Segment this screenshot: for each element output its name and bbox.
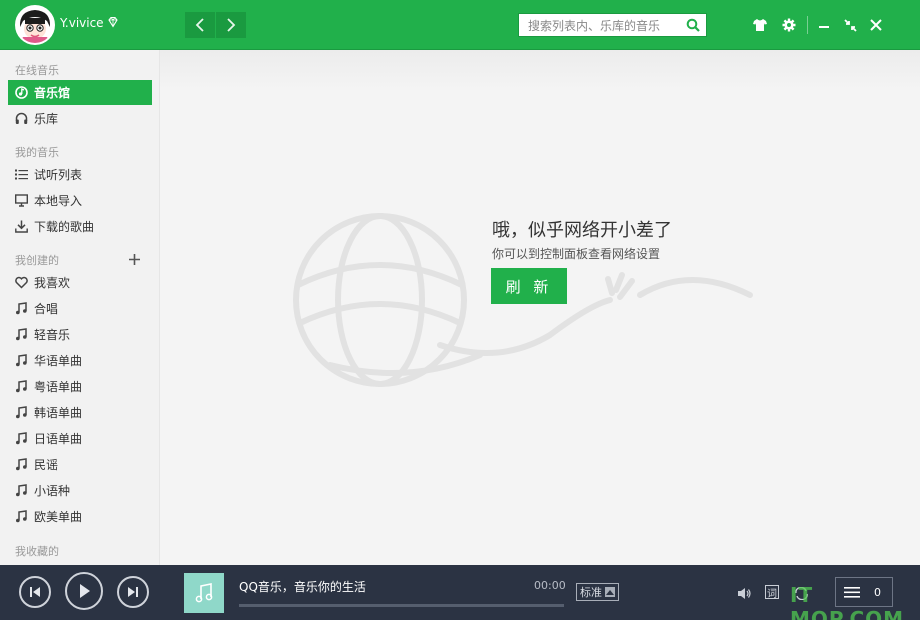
sidebar-item-minor-languages[interactable]: 小语种: [8, 478, 152, 503]
song-title: QQ音乐，音乐你的生活: [239, 580, 366, 594]
play-icon: [80, 584, 90, 598]
title-bar: Y.vivice 搜索列表内、乐库的音乐: [0, 0, 920, 50]
sidebar-item-chorus[interactable]: 合唱: [8, 296, 152, 321]
forward-button[interactable]: [216, 12, 246, 38]
music-note-icon: [16, 406, 27, 419]
error-subtitle: 你可以到控制面板查看网络设置: [492, 247, 661, 261]
shrink-icon: [843, 18, 857, 32]
lyrics-button[interactable]: 词: [765, 585, 779, 600]
music-note-icon: [16, 432, 27, 445]
sidebar-item-label: 乐库: [34, 112, 59, 126]
sidebar-item-library[interactable]: 乐库: [8, 106, 152, 131]
sidebar-item-mandarin-singles[interactable]: 华语单曲: [8, 348, 152, 373]
monitor-icon: [15, 194, 28, 207]
play-button[interactable]: [65, 572, 103, 610]
sidebar-item-label: 小语种: [34, 484, 71, 498]
search-icon[interactable]: [686, 18, 700, 32]
music-note-icon: [16, 302, 27, 315]
sidebar-item-label: 合唱: [34, 302, 59, 316]
music-note-icon: [16, 354, 27, 367]
music-note-icon: [16, 510, 27, 523]
search-placeholder: 搜索列表内、乐库的音乐: [528, 19, 661, 33]
sidebar-item-label: 民谣: [34, 458, 59, 472]
chevron-right-icon: [227, 18, 236, 32]
sidebar-item-label: 音乐馆: [34, 86, 71, 100]
sidebar-item-label: 粤语单曲: [34, 380, 83, 394]
sidebar-item-label: 试听列表: [34, 168, 83, 182]
caret-up-icon: [605, 587, 615, 597]
music-note-icon: [16, 484, 27, 497]
sidebar-item-cantonese-singles[interactable]: 粤语单曲: [8, 374, 152, 399]
heart-icon: [15, 276, 28, 289]
avatar[interactable]: [15, 5, 55, 45]
previous-icon: [30, 587, 40, 597]
music-note-icon: [16, 328, 27, 341]
refresh-button[interactable]: 刷 新: [491, 268, 567, 304]
music-note-icon: [16, 458, 27, 471]
sidebar-item-light-music[interactable]: 轻音乐: [8, 322, 152, 347]
sidebar-item-local-import[interactable]: 本地导入: [8, 188, 152, 213]
section-title-created: 我创建的: [15, 254, 59, 267]
volume-button[interactable]: [736, 585, 752, 601]
sidebar-item-label: 日语单曲: [34, 432, 83, 446]
sidebar-item-folk[interactable]: 民谣: [8, 452, 152, 477]
quality-label: 标准: [580, 586, 602, 599]
history-nav: [185, 12, 246, 38]
sidebar-item-trial-list[interactable]: 试听列表: [8, 162, 152, 187]
mini-mode-button[interactable]: [839, 14, 861, 36]
section-title-my-music: 我的音乐: [15, 146, 59, 159]
sidebar-item-label: 欧美单曲: [34, 510, 83, 524]
progress-bar[interactable]: [239, 604, 564, 607]
close-icon: [870, 19, 882, 31]
search-input[interactable]: 搜索列表内、乐库的音乐: [518, 13, 707, 37]
music-note-icon: [16, 380, 27, 393]
minimize-icon: [819, 26, 829, 28]
gear-icon: [782, 18, 796, 32]
previous-button[interactable]: [19, 576, 51, 608]
sidebar: 在线音乐 音乐馆 乐库 我的音乐 试听列表 本地导入 下载的歌曲 我创建的 我喜…: [0, 50, 160, 565]
volume-icon: [737, 587, 751, 599]
sidebar-item-label: 华语单曲: [34, 354, 83, 368]
watermark: IT MOP.COM: [790, 583, 905, 620]
sidebar-item-favorites[interactable]: 我喜欢: [8, 270, 152, 295]
player-bar: QQ音乐，音乐你的生活 00:00 标准 词 0: [0, 565, 920, 620]
sidebar-item-label: 韩语单曲: [34, 406, 83, 420]
sidebar-item-japanese-singles[interactable]: 日语单曲: [8, 426, 152, 451]
username[interactable]: Y.vivice: [60, 16, 104, 30]
sidebar-item-downloads[interactable]: 下载的歌曲: [8, 214, 152, 239]
album-cover[interactable]: [184, 573, 224, 613]
next-icon: [128, 587, 138, 597]
chevron-left-icon: [195, 18, 204, 32]
next-button[interactable]: [117, 576, 149, 608]
main-content: 哦，似乎网络开小差了 你可以到控制面板查看网络设置 刷 新: [160, 50, 920, 565]
error-title: 哦，似乎网络开小差了: [492, 220, 672, 241]
music-note-icon: [195, 583, 213, 603]
sidebar-item-label: 轻音乐: [34, 328, 71, 342]
play-time: 00:00: [534, 579, 566, 592]
sidebar-item-western-singles[interactable]: 欧美单曲: [8, 504, 152, 529]
download-icon: [15, 220, 28, 233]
sidebar-item-music-hall[interactable]: 音乐馆: [8, 80, 152, 105]
music-hall-icon: [15, 86, 28, 99]
skin-button[interactable]: [749, 14, 771, 36]
section-title-online: 在线音乐: [15, 64, 59, 77]
diamond-icon[interactable]: [107, 16, 119, 28]
tshirt-icon: [753, 19, 767, 31]
add-playlist-icon[interactable]: [128, 253, 141, 266]
headphones-icon: [15, 112, 28, 124]
sidebar-item-label: 本地导入: [34, 194, 83, 208]
window-controls-divider: [807, 16, 808, 34]
list-icon: [15, 169, 28, 180]
sidebar-item-label: 下载的歌曲: [34, 220, 95, 234]
minimize-button[interactable]: [813, 14, 835, 36]
back-button[interactable]: [185, 12, 215, 38]
sidebar-item-label: 我喜欢: [34, 276, 71, 290]
sidebar-item-korean-singles[interactable]: 韩语单曲: [8, 400, 152, 425]
settings-button[interactable]: [778, 14, 800, 36]
section-title-collected: 我收藏的: [15, 545, 59, 558]
quality-selector[interactable]: 标准: [576, 583, 619, 601]
close-button[interactable]: [865, 14, 887, 36]
